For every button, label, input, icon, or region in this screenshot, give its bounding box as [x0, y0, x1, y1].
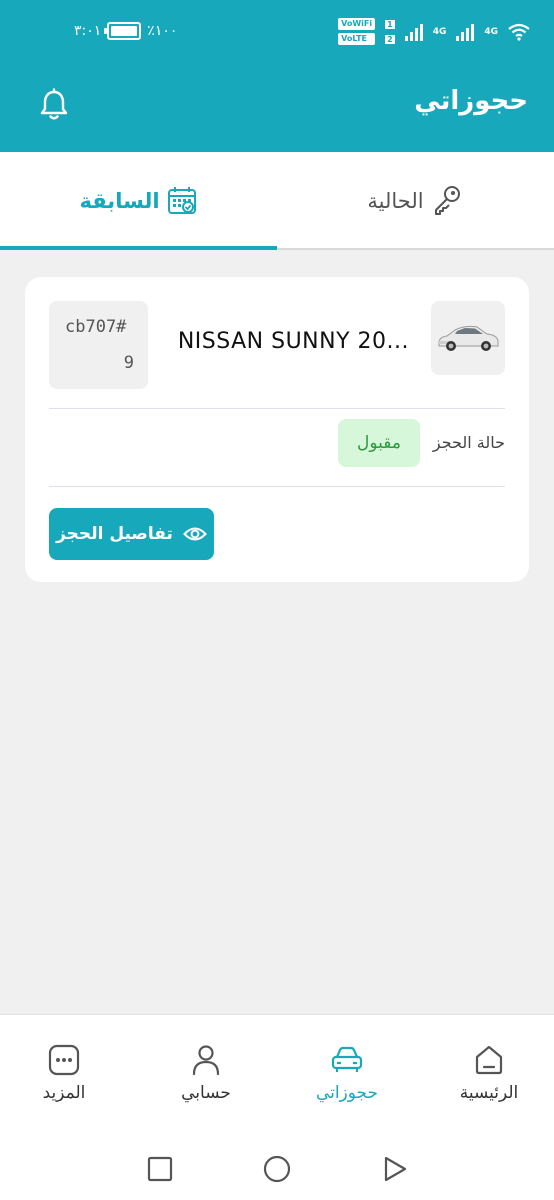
sim-numbers: 1 2: [385, 19, 395, 44]
active-tab-indicator: [0, 246, 277, 250]
status-right: VoWiFi VoLTE 1 2 4G 4G: [338, 18, 530, 45]
back-triangle-icon[interactable]: [380, 1154, 410, 1184]
booking-number-line-1: cb707#: [65, 317, 127, 337]
home-circle-icon[interactable]: [262, 1154, 292, 1184]
sim-1-label: 1: [385, 19, 395, 29]
car-icon: [331, 1046, 363, 1072]
booking-number-line-2: 9: [123, 353, 134, 373]
page-title: حجوزاتي: [414, 86, 528, 116]
nav-item-home[interactable]: الرئيسية: [434, 1043, 544, 1103]
network-2-label: 4G: [432, 26, 447, 37]
tab-current[interactable]: الحالية: [277, 152, 554, 250]
divider: [49, 486, 505, 487]
nav-label-account: حسابي: [181, 1083, 231, 1103]
nav-item-bookings[interactable]: حجوزاتي: [292, 1043, 402, 1103]
booking-card: NISSAN SUNNY 20... cb707# 9 حالة الحجز م…: [25, 277, 529, 582]
tab-previous-label: السابقة: [79, 189, 160, 213]
network-1-label: 4G: [484, 26, 498, 37]
app-bar: حجوزاتي: [0, 64, 554, 152]
car-image: [431, 301, 505, 375]
nav-item-account[interactable]: حسابي: [151, 1043, 261, 1103]
booking-details-label: تفاصيل الحجز: [56, 524, 173, 544]
nav-label-home: الرئيسية: [459, 1083, 519, 1103]
nav-label-more: المزيد: [42, 1083, 86, 1103]
status-left: ٣:٠١ ٪١٠٠: [74, 22, 177, 40]
bell-icon[interactable]: [38, 88, 70, 122]
tab-previous[interactable]: السابقة: [0, 152, 277, 250]
booking-tabs: الحالية السابقة: [0, 152, 554, 250]
sim-2-label: 2: [385, 34, 395, 44]
network-tags: VoWiFi VoLTE: [338, 18, 376, 45]
vowifi-badge: VoWiFi: [338, 18, 376, 30]
home-icon: [475, 1045, 503, 1075]
booking-number: cb707# 9: [49, 301, 148, 389]
eye-icon: [182, 527, 207, 541]
wifi-icon: [508, 23, 530, 41]
volte-badge: VoLTE: [338, 33, 376, 45]
tab-current-label: الحالية: [367, 189, 424, 213]
system-nav-bar: [0, 1140, 554, 1200]
status-bar: ٣:٠١ ٪١٠٠ VoWiFi VoLTE 1 2 4G 4G: [0, 0, 554, 64]
recents-icon[interactable]: [145, 1154, 175, 1184]
user-icon: [192, 1045, 220, 1076]
signal-icon: [456, 23, 475, 41]
battery-icon: [104, 22, 142, 40]
booking-status-label: حالة الحجز: [432, 433, 505, 452]
calendar-check-icon: [167, 187, 196, 214]
car-name: NISSAN SUNNY 20...: [177, 329, 409, 354]
more-icon: [48, 1044, 80, 1076]
booking-details-button[interactable]: تفاصيل الحجز: [49, 508, 214, 560]
nav-label-bookings: حجوزاتي: [315, 1083, 379, 1103]
battery-percent: ٪١٠٠: [147, 23, 178, 39]
signal-icon: [404, 23, 423, 41]
nav-item-more[interactable]: المزيد: [9, 1043, 119, 1103]
clock: ٣:٠١: [74, 23, 102, 39]
divider: [49, 408, 505, 409]
status-badge: مقبول: [338, 419, 420, 467]
car-key-icon: [434, 186, 460, 215]
car-photo-icon: [438, 325, 499, 351]
